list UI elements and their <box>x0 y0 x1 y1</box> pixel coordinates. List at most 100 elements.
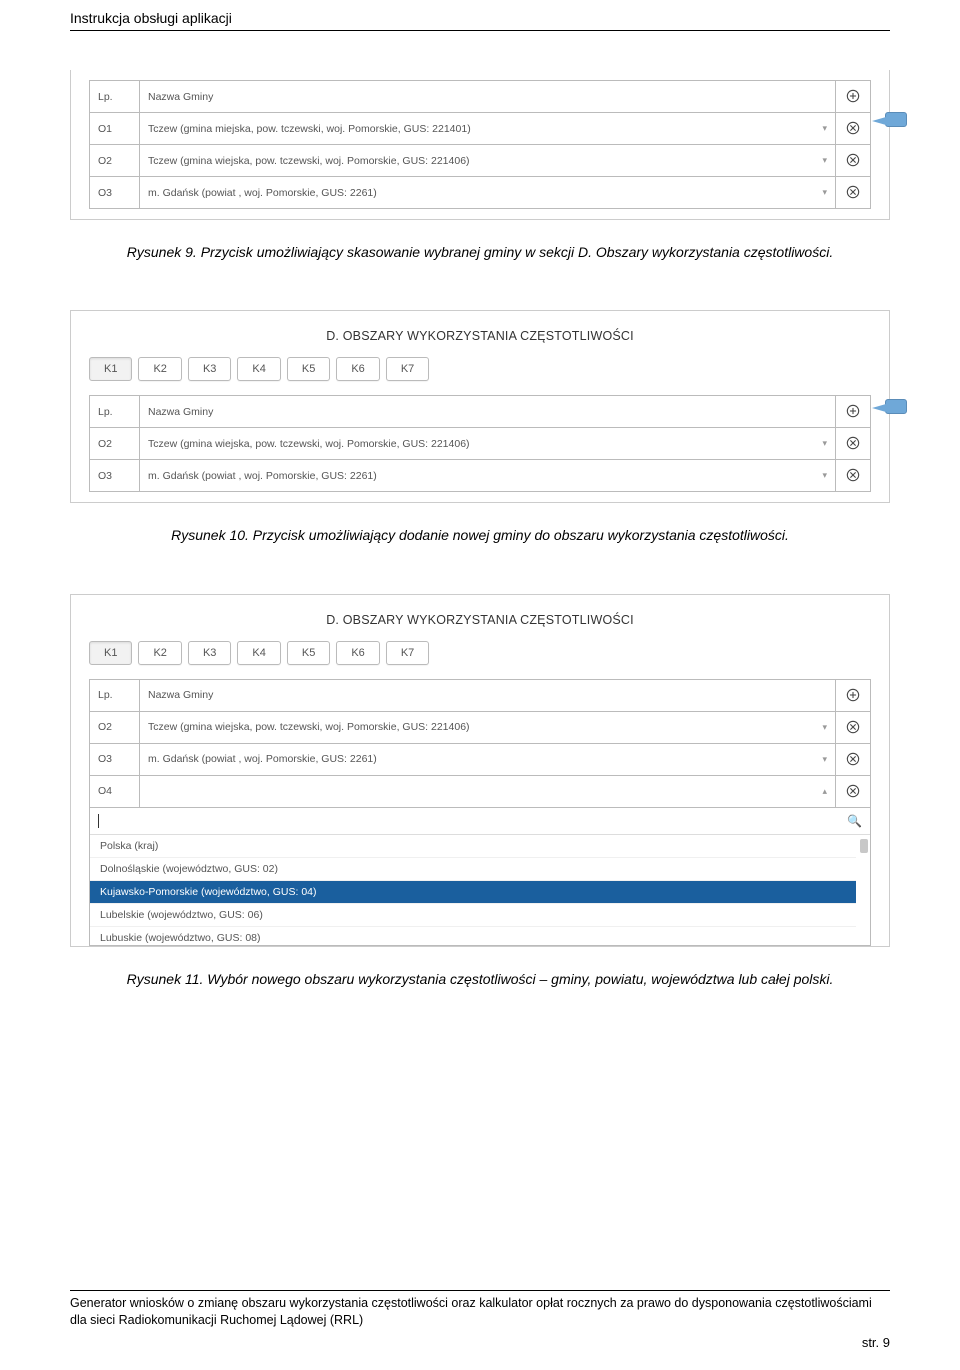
delete-row-button[interactable] <box>844 434 862 452</box>
cell-name[interactable]: Tczew (gmina miejska, pow. tczewski, woj… <box>140 113 836 145</box>
dropdown-option[interactable]: Lubuskie (województwo, GUS: 08) <box>90 927 856 945</box>
col-lp: Lp. <box>90 679 140 711</box>
cell-name[interactable]: Tczew (gmina wiejska, pow. tczewski, woj… <box>140 428 836 460</box>
gminy-table: Lp. Nazwa Gminy O1 <box>89 80 871 209</box>
delete-row-button[interactable] <box>844 782 862 800</box>
figure-11-caption: Rysunek 11. Wybór nowego obszaru wykorzy… <box>70 969 890 989</box>
callout-marker <box>885 399 907 414</box>
dropdown-search[interactable]: 🔍 <box>90 808 870 835</box>
header-rule <box>70 30 890 31</box>
delete-row-button[interactable] <box>844 151 862 169</box>
delete-row-button[interactable] <box>844 718 862 736</box>
cell-lp: O3 <box>90 177 140 209</box>
text-cursor-icon <box>98 814 99 828</box>
table-row: O4 ▴ <box>90 775 871 807</box>
table-row: O2 Tczew (gmina wiejska, pow. tczewski, … <box>90 711 871 743</box>
cell-name[interactable]: ▴ <box>140 775 836 807</box>
tab-k5[interactable]: K5 <box>287 641 330 665</box>
cell-lp: O2 <box>90 145 140 177</box>
add-row-button[interactable] <box>844 87 862 105</box>
dropdown-option[interactable]: Lubelskie (województwo, GUS: 06) <box>90 904 856 927</box>
tab-k1[interactable]: K1 <box>89 357 132 381</box>
search-icon: 🔍 <box>847 814 862 828</box>
table-row: O2 Tczew (gmina wiejska, pow. tczewski, … <box>90 428 871 460</box>
add-row-button[interactable] <box>844 686 862 704</box>
section-d-title: D. OBSZARY WYKORZYSTANIA CZĘSTOTLIWOŚCI <box>89 329 871 343</box>
cell-lp: O3 <box>90 743 140 775</box>
figure-11-panel: D. OBSZARY WYKORZYSTANIA CZĘSTOTLIWOŚCI … <box>70 594 890 947</box>
tab-k1[interactable]: K1 <box>89 641 132 665</box>
table-row: O3 m. Gdańsk (powiat , woj. Pomorskie, G… <box>90 743 871 775</box>
delete-row-button[interactable] <box>844 119 862 137</box>
cell-lp: O2 <box>90 428 140 460</box>
tab-k5[interactable]: K5 <box>287 357 330 381</box>
table-row: O2 Tczew (gmina wiejska, pow. tczewski, … <box>90 145 871 177</box>
col-name: Nazwa Gminy <box>140 679 836 711</box>
table-row: O3 m. Gdańsk (powiat , woj. Pomorskie, G… <box>90 177 871 209</box>
tab-k3[interactable]: K3 <box>188 641 231 665</box>
figure-9-panel: Lp. Nazwa Gminy O1 <box>70 70 890 220</box>
chevron-down-icon: ▾ <box>822 155 827 166</box>
tab-k2[interactable]: K2 <box>138 641 181 665</box>
cell-lp: O3 <box>90 460 140 492</box>
figure-10-panel: D. OBSZARY WYKORZYSTANIA CZĘSTOTLIWOŚCI … <box>70 310 890 503</box>
chevron-down-icon: ▾ <box>822 470 827 481</box>
delete-row-button[interactable] <box>844 750 862 768</box>
add-row-button[interactable] <box>844 402 862 420</box>
chevron-down-icon: ▾ <box>822 187 827 198</box>
footer-rule <box>70 1290 890 1291</box>
figure-10-caption: Rysunek 10. Przycisk umożliwiający dodan… <box>70 525 890 545</box>
tab-k4[interactable]: K4 <box>237 641 280 665</box>
tab-k2[interactable]: K2 <box>138 357 181 381</box>
gmina-dropdown[interactable]: 🔍 Polska (kraj) Dolnośląskie (województw… <box>89 808 871 946</box>
k-tabs: K1 K2 K3 K4 K5 K6 K7 <box>89 357 871 381</box>
figure-9-caption: Rysunek 9. Przycisk umożliwiający skasow… <box>70 242 890 262</box>
scrollbar-thumb[interactable] <box>860 839 868 853</box>
tab-k6[interactable]: K6 <box>336 357 379 381</box>
dropdown-option-selected[interactable]: Kujawsko-Pomorskie (województwo, GUS: 04… <box>90 881 856 904</box>
x-circle-icon <box>846 720 860 734</box>
cell-lp: O4 <box>90 775 140 807</box>
x-circle-icon <box>846 436 860 450</box>
cell-name[interactable]: m. Gdańsk (powiat , woj. Pomorskie, GUS:… <box>140 743 836 775</box>
delete-row-button[interactable] <box>844 183 862 201</box>
page-header-title: Instrukcja obsługi aplikacji <box>70 10 232 26</box>
cell-name[interactable]: Tczew (gmina wiejska, pow. tczewski, woj… <box>140 145 836 177</box>
plus-circle-icon <box>846 404 860 418</box>
cell-lp: O1 <box>90 113 140 145</box>
section-d-title: D. OBSZARY WYKORZYSTANIA CZĘSTOTLIWOŚCI <box>89 613 871 627</box>
chevron-down-icon: ▾ <box>822 123 827 134</box>
col-name: Nazwa Gminy <box>140 396 836 428</box>
chevron-down-icon: ▾ <box>822 722 827 733</box>
x-circle-icon <box>846 752 860 766</box>
plus-circle-icon <box>846 688 860 702</box>
col-add <box>836 81 871 113</box>
x-circle-icon <box>846 185 860 199</box>
cell-lp: O2 <box>90 711 140 743</box>
dropdown-list: Polska (kraj) Dolnośląskie (województwo,… <box>90 835 870 945</box>
k-tabs: K1 K2 K3 K4 K5 K6 K7 <box>89 641 871 665</box>
col-lp: Lp. <box>90 81 140 113</box>
col-add <box>836 679 871 711</box>
cell-name[interactable]: m. Gdańsk (powiat , woj. Pomorskie, GUS:… <box>140 460 836 492</box>
tab-k7[interactable]: K7 <box>386 357 429 381</box>
gminy-table: Lp. Nazwa Gminy O2 <box>89 679 871 808</box>
col-add <box>836 396 871 428</box>
x-circle-icon <box>846 784 860 798</box>
cell-name[interactable]: m. Gdańsk (powiat , woj. Pomorskie, GUS:… <box>140 177 836 209</box>
col-lp: Lp. <box>90 396 140 428</box>
cell-name[interactable]: Tczew (gmina wiejska, pow. tczewski, woj… <box>140 711 836 743</box>
col-name: Nazwa Gminy <box>140 81 836 113</box>
page-number: str. 9 <box>70 1335 890 1350</box>
chevron-down-icon: ▾ <box>822 754 827 765</box>
tab-k4[interactable]: K4 <box>237 357 280 381</box>
tab-k7[interactable]: K7 <box>386 641 429 665</box>
tab-k3[interactable]: K3 <box>188 357 231 381</box>
callout-marker <box>885 112 907 127</box>
dropdown-option[interactable]: Dolnośląskie (województwo, GUS: 02) <box>90 858 856 881</box>
tab-k6[interactable]: K6 <box>336 641 379 665</box>
delete-row-button[interactable] <box>844 466 862 484</box>
table-row: O1 Tczew (gmina miejska, pow. tczewski, … <box>90 113 871 145</box>
x-circle-icon <box>846 468 860 482</box>
dropdown-option[interactable]: Polska (kraj) <box>90 835 856 858</box>
